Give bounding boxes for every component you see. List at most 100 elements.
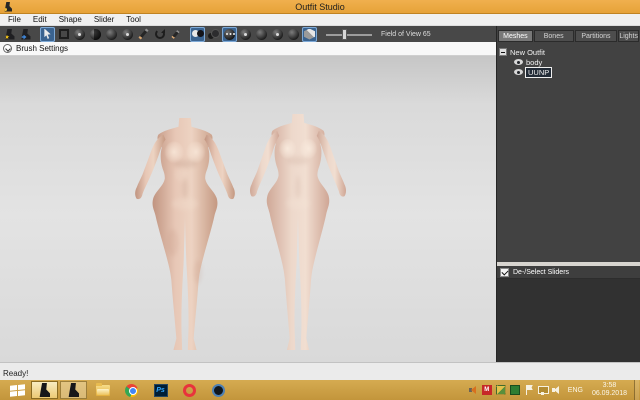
- tab-meshes[interactable]: Meshes: [498, 30, 533, 42]
- slider-toggle-row: De-/Select Sliders: [497, 266, 640, 279]
- xmirror-toggle-button[interactable]: [190, 27, 205, 42]
- menu-item-slider[interactable]: Slider: [88, 15, 120, 24]
- msi-label: M: [484, 387, 489, 393]
- sphere-toggle-3-button[interactable]: [270, 27, 285, 42]
- status-bar: Ready!: [0, 362, 640, 380]
- collapse-toggle-icon[interactable]: [3, 44, 12, 53]
- tray-color-icon[interactable]: [496, 385, 506, 395]
- alpha-brush-icon: [138, 28, 148, 39]
- deflate-brush-icon: [90, 29, 101, 40]
- brush-settings-pane: Brush Settings: [0, 42, 496, 56]
- inflate-brush-button[interactable]: [72, 27, 87, 42]
- cursor-icon: [43, 29, 52, 40]
- photoshop-icon: Ps: [154, 384, 168, 397]
- windows-logo-icon: [10, 384, 25, 397]
- tab-lights[interactable]: Lights: [618, 30, 639, 42]
- taskbar-outfit-studio-button[interactable]: [31, 381, 58, 399]
- pen-icon: [171, 30, 179, 39]
- taskbar-file-explorer-button[interactable]: [89, 381, 116, 399]
- taskbar-opera-button[interactable]: [176, 381, 203, 399]
- tab-partitions[interactable]: Partitions: [575, 30, 618, 42]
- smooth-brush-button[interactable]: [120, 27, 135, 42]
- tray-green-icon[interactable]: [510, 385, 520, 395]
- clock-time: 3:58: [603, 382, 617, 390]
- window-title: Outfit Studio: [0, 2, 640, 12]
- sphere-toggle-2-button[interactable]: [254, 27, 269, 42]
- tree-node-body[interactable]: body: [499, 57, 638, 67]
- tree-uunp-label: UUNP: [526, 68, 551, 77]
- field-of-view-slider[interactable]: [326, 28, 372, 41]
- taskbar-chrome-button[interactable]: [118, 381, 145, 399]
- menu-item-shape[interactable]: Shape: [53, 15, 88, 24]
- taskbar-photoshop-button[interactable]: Ps: [147, 381, 174, 399]
- alpha-brush-button[interactable]: [136, 27, 151, 42]
- menu-item-file[interactable]: File: [2, 15, 27, 24]
- panel-tabs: Meshes Bones Partitions Lights: [497, 26, 640, 43]
- collision-toggle-button[interactable]: [222, 27, 237, 42]
- system-tray: M ENG 3:58 06.09.2018: [468, 380, 640, 400]
- sphere-toggle-2-icon: [256, 29, 267, 40]
- pen-tool-button[interactable]: [168, 27, 183, 42]
- collapse-minus-icon[interactable]: [499, 48, 507, 56]
- mask-brush-button[interactable]: [56, 27, 71, 42]
- sphere-toggle-4-icon: [288, 29, 299, 40]
- field-of-view-label: Field of View 65: [381, 31, 431, 38]
- tree-node-uunp[interactable]: UUNP: [499, 67, 638, 77]
- start-button[interactable]: [4, 380, 30, 400]
- connected-only-icon: [208, 29, 220, 40]
- taskbar: Ps M ENG 3:58 06.09.2018: [0, 380, 640, 400]
- clock-date: 06.09.2018: [592, 390, 627, 398]
- menu-bar: File Edit Shape Slider Tool: [0, 14, 640, 26]
- eye-icon[interactable]: [514, 59, 523, 65]
- tree-node-new-outfit[interactable]: New Outfit: [499, 47, 638, 57]
- taskbar-round-app-button[interactable]: [205, 381, 232, 399]
- status-text: Ready!: [3, 369, 28, 378]
- title-bar: Outfit Studio: [0, 0, 640, 14]
- screen: Outfit Studio File Edit Shape Slider Too…: [0, 0, 640, 400]
- show-desktop-button[interactable]: [634, 380, 639, 400]
- load-project-icon: [5, 29, 15, 40]
- cube-icon: [304, 29, 315, 40]
- deflate-brush-button[interactable]: [88, 27, 103, 42]
- menu-item-tool[interactable]: Tool: [120, 15, 147, 24]
- taskbar-clock[interactable]: 3:58 06.09.2018: [589, 382, 630, 398]
- toolbar: Field of View 65: [0, 26, 496, 42]
- sphere-toggle-1-button[interactable]: [238, 27, 253, 42]
- language-indicator[interactable]: ENG: [566, 387, 585, 394]
- eye-icon[interactable]: [514, 69, 523, 75]
- tab-bones[interactable]: Bones: [534, 30, 574, 42]
- action-center-flag-icon[interactable]: [524, 385, 534, 395]
- xmirror-icon: [192, 29, 204, 39]
- collision-icon: [224, 29, 235, 40]
- select-tool-button[interactable]: [40, 27, 55, 42]
- load-project-button[interactable]: [2, 27, 17, 42]
- menu-item-edit[interactable]: Edit: [27, 15, 53, 24]
- deselect-sliders-checkbox[interactable]: [500, 268, 509, 277]
- network-icon[interactable]: [538, 385, 548, 395]
- mesh-body[interactable]: [131, 118, 239, 352]
- outfit-studio-icon: [68, 383, 79, 397]
- rotate-icon: [155, 29, 165, 39]
- audio-manager-icon[interactable]: [468, 385, 478, 395]
- sphere-toggle-4-button[interactable]: [286, 27, 301, 42]
- msi-afterburner-icon[interactable]: M: [482, 385, 492, 395]
- save-project-icon: [21, 29, 31, 40]
- taskbar-outfit-studio-2-button[interactable]: [60, 381, 87, 399]
- save-project-button[interactable]: [18, 27, 33, 42]
- move-brush-button[interactable]: [104, 27, 119, 42]
- slider-handle[interactable]: [342, 29, 347, 40]
- photoshop-label: Ps: [156, 387, 165, 394]
- brush-settings-label: Brush Settings: [16, 44, 68, 53]
- wireframe-toggle-button[interactable]: [302, 27, 317, 42]
- mesh-uunp[interactable]: [246, 114, 350, 352]
- connected-only-toggle-button[interactable]: [206, 27, 221, 42]
- slider-list-area: [497, 279, 640, 362]
- move-brush-icon: [106, 29, 117, 40]
- round-app-icon: [212, 384, 225, 397]
- rotate-tool-button[interactable]: [152, 27, 167, 42]
- file-explorer-icon: [96, 385, 110, 396]
- viewport-3d[interactable]: [0, 56, 496, 362]
- volume-icon[interactable]: [552, 385, 562, 395]
- mesh-tree: New Outfit body UUNP: [497, 43, 640, 262]
- left-column: Field of View 65 Brush Settings: [0, 26, 496, 362]
